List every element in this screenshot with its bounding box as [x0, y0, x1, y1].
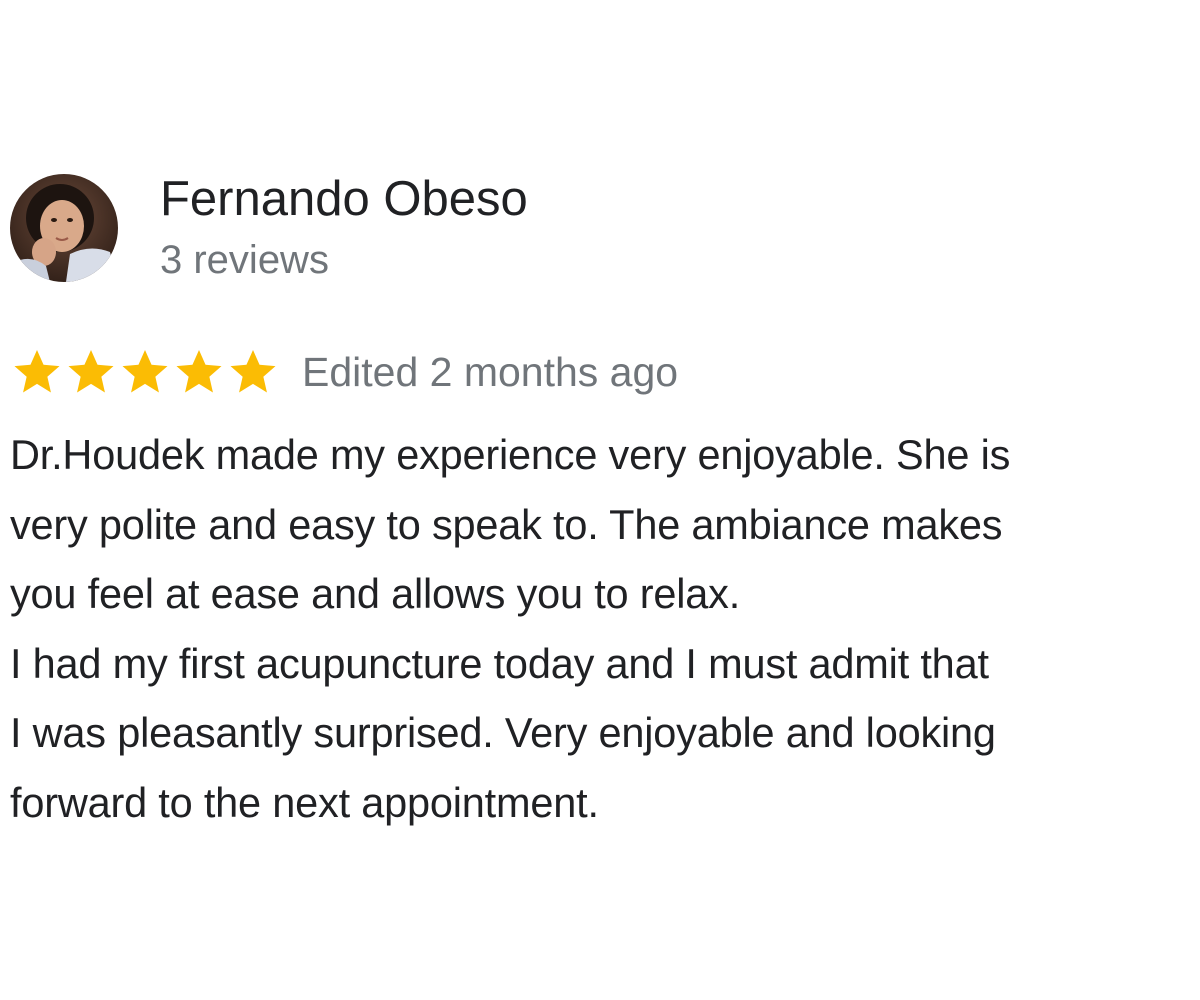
star-icon — [64, 345, 118, 399]
rating-row: Edited 2 months ago — [10, 344, 678, 400]
star-icon — [118, 345, 172, 399]
author-name[interactable]: Fernando Obeso — [160, 170, 528, 228]
star-icon — [172, 345, 226, 399]
review-text-line: I was pleasantly surprised. Very enjoyab… — [10, 709, 996, 756]
star-icon — [226, 345, 280, 399]
review-text-line: you feel at ease and allows you to relax… — [10, 570, 741, 617]
author-avatar[interactable] — [10, 174, 118, 282]
review-card: Fernando Obeso 3 reviews Edited 2 months… — [0, 0, 1200, 1000]
review-text-line: I had my first acupuncture today and I m… — [10, 639, 989, 687]
review-edited-timestamp: Edited 2 months ago — [302, 349, 679, 395]
review-text-line: very polite and easy to speak to. The am… — [10, 500, 1003, 548]
review-text-line: forward to the next appointment. — [10, 778, 599, 826]
user-photo-avatar-icon — [10, 174, 118, 282]
star-rating — [10, 345, 280, 399]
review-text-line: Dr.Houdek made my experience very enjoya… — [10, 431, 1011, 478]
author-review-count[interactable]: 3 reviews — [160, 236, 329, 284]
review-body: Dr.Houdek made my experience very enjoya… — [10, 420, 1196, 837]
star-icon — [10, 345, 64, 399]
